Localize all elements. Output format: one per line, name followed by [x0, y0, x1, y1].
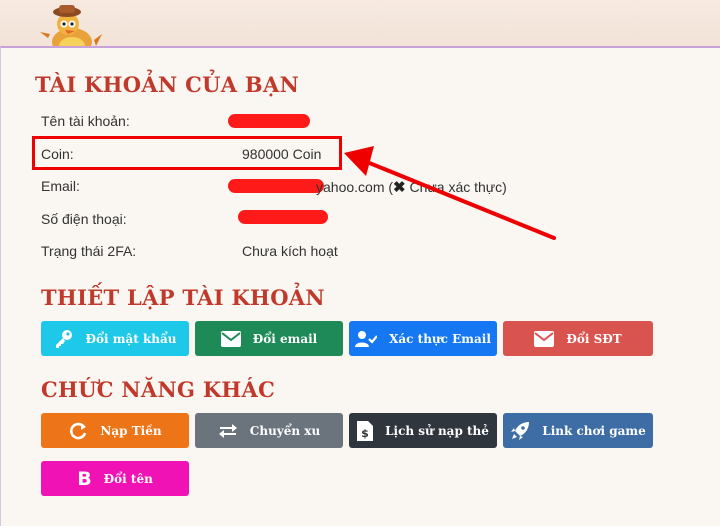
- phone-redaction: [238, 210, 328, 224]
- envelope-icon: [220, 330, 241, 347]
- envelope-icon: [534, 330, 555, 347]
- bold-b-icon: B: [77, 467, 92, 490]
- svg-text:$: $: [361, 427, 369, 440]
- card-history-label: Lịch sử nạp thẻ: [385, 423, 489, 438]
- transfer-coins-button[interactable]: Chuyển xu: [195, 413, 343, 448]
- change-password-label: Đổi mật khẩu: [85, 331, 177, 346]
- settings-section-title: THIẾT LẬP TÀI KHOẢN: [41, 285, 325, 310]
- email-label: Email:: [41, 178, 80, 194]
- receipt-icon: $: [357, 420, 374, 441]
- twofa-value: Chưa kích hoạt: [242, 243, 338, 259]
- verify-email-button[interactable]: Xác thực Email: [349, 321, 497, 356]
- rename-label: Đổi tên: [103, 471, 153, 486]
- top-banner: [0, 0, 720, 48]
- rename-button[interactable]: B Đổi tên: [41, 461, 189, 496]
- card-history-button[interactable]: $ Lịch sử nạp thẻ: [349, 413, 497, 448]
- change-phone-label: Đổi SĐT: [566, 331, 622, 346]
- change-email-label: Đổi email: [252, 331, 318, 346]
- phone-label: Số điện thoại:: [41, 211, 127, 227]
- transfer-coins-label: Chuyển xu: [249, 423, 321, 438]
- change-password-button[interactable]: Đổi mật khẩu: [41, 321, 189, 356]
- game-link-button[interactable]: Link chơi game: [503, 413, 653, 448]
- other-section-title: CHỨC NĂNG KHÁC: [41, 377, 276, 402]
- rocket-icon: [511, 421, 530, 440]
- verify-email-label: Xác thực Email: [389, 331, 491, 346]
- key-icon: [55, 329, 72, 348]
- coin-highlight-box: [32, 136, 342, 170]
- exchange-icon: [218, 423, 237, 438]
- username-label: Tên tài khoản:: [41, 113, 130, 129]
- email-redaction: [228, 179, 324, 193]
- account-section-title: TÀI KHOẢN CỦA BẠN: [35, 72, 300, 97]
- change-email-button[interactable]: Đổi email: [195, 321, 343, 356]
- top-up-label: Nạp Tiền: [100, 423, 162, 438]
- annotation-arrow: [344, 146, 556, 240]
- change-phone-button[interactable]: Đổi SĐT: [503, 321, 653, 356]
- user-check-icon: [355, 330, 378, 347]
- username-redaction: [228, 114, 310, 128]
- refresh-icon: [70, 422, 87, 439]
- game-link-label: Link chơi game: [542, 423, 646, 438]
- twofa-label: Trạng thái 2FA:: [41, 243, 137, 259]
- top-up-button[interactable]: Nạp Tiền: [41, 413, 189, 448]
